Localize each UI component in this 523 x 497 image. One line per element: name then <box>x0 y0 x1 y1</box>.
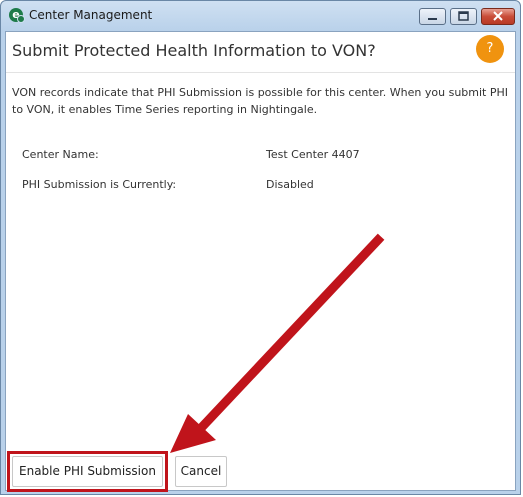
dialog-content: Submit Protected Health Information to V… <box>5 31 516 492</box>
close-icon <box>493 11 503 21</box>
maximize-icon <box>458 11 469 21</box>
center-management-window: e Center Management Submit Protected Hea… <box>0 0 521 495</box>
cancel-button[interactable]: Cancel <box>175 456 227 487</box>
close-button[interactable] <box>481 8 515 25</box>
annotation-arrow <box>170 233 385 453</box>
title-bar[interactable]: e Center Management <box>1 1 520 31</box>
center-management-icon: e <box>9 8 25 23</box>
minimize-icon <box>428 18 437 20</box>
maximize-button[interactable] <box>450 8 477 25</box>
minimize-button[interactable] <box>419 8 446 25</box>
annotation-highlight-box <box>7 451 168 492</box>
window-title: Center Management <box>29 8 153 22</box>
